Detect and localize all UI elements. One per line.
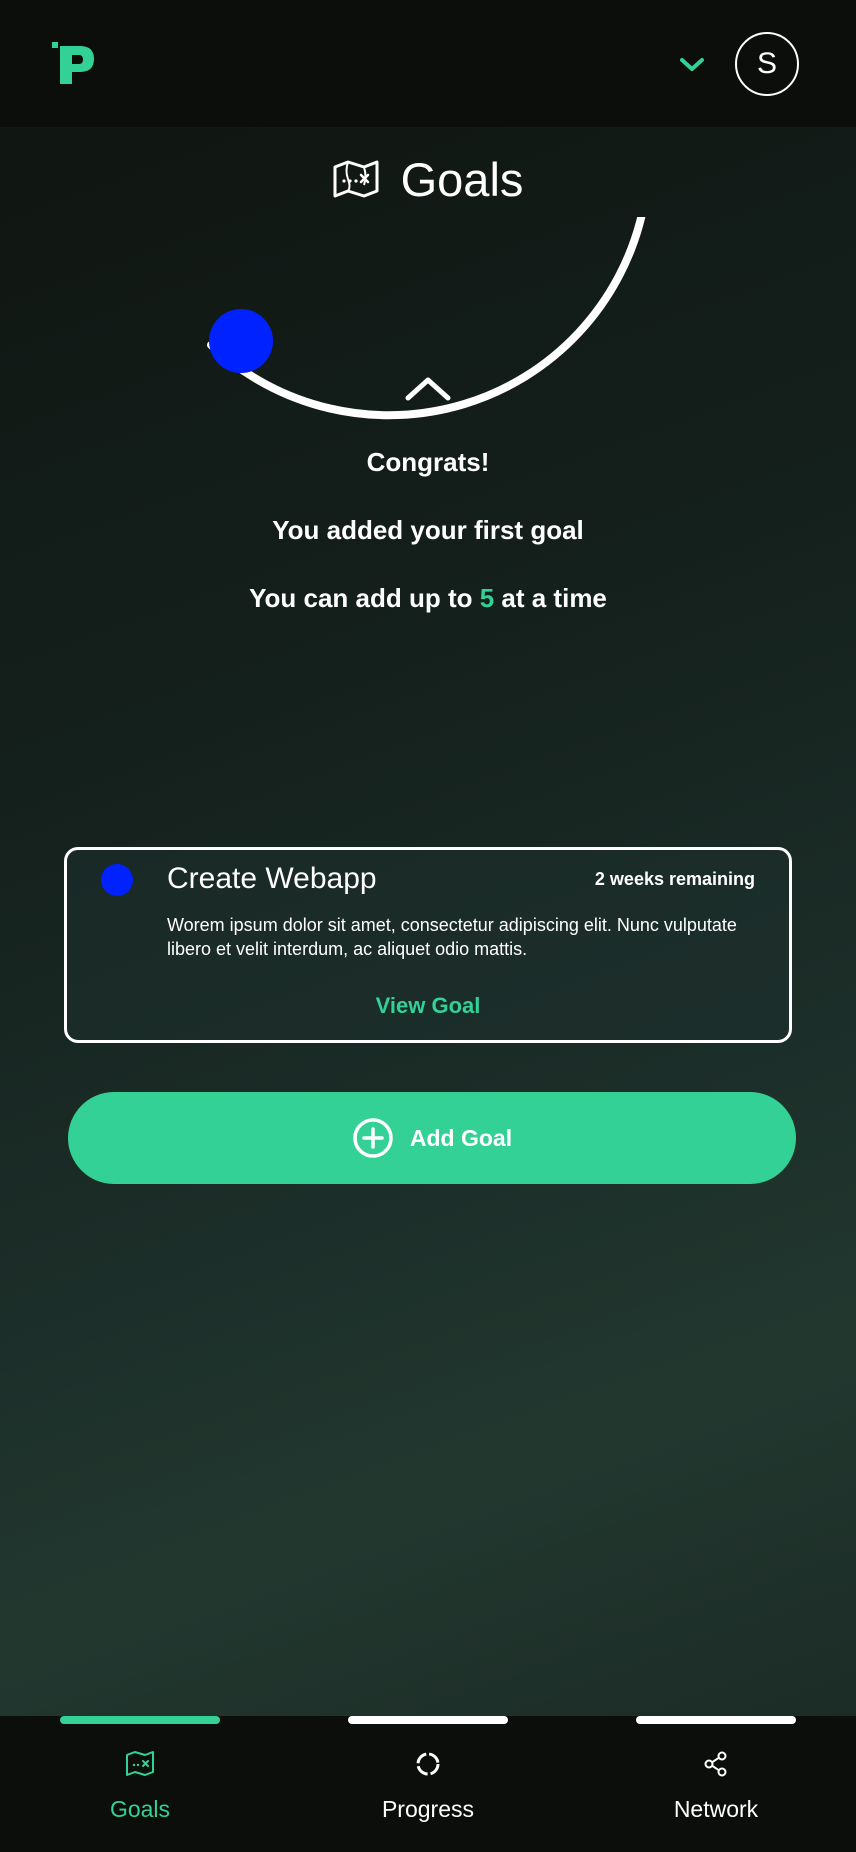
goal-limit-text: You can add up to 5 at a time xyxy=(0,583,856,614)
first-goal-text: You added your first goal xyxy=(272,515,584,545)
nav-item-goals[interactable]: Goals xyxy=(60,1716,220,1852)
map-icon xyxy=(126,1751,154,1776)
nav-active-indicator xyxy=(60,1716,220,1724)
goal-card[interactable]: Create Webapp 2 weeks remaining Worem ip… xyxy=(64,847,792,1043)
goal-limit-suffix: at a time xyxy=(494,583,607,613)
main-content: Goals Congrats! You added your first goa… xyxy=(0,127,856,1716)
share-icon xyxy=(704,1751,727,1777)
add-goal-button[interactable]: Add Goal xyxy=(68,1092,796,1184)
progress-ring-icon xyxy=(416,1752,440,1776)
congrats-text: Congrats! xyxy=(366,447,490,477)
bottom-nav: Goals Progress Network xyxy=(0,1716,856,1852)
goal-limit-prefix: You can add up to xyxy=(249,583,480,613)
goal-progress-arc xyxy=(207,217,646,420)
nav-label-goals: Goals xyxy=(109,1796,171,1822)
page-title: Goals xyxy=(400,152,524,206)
nav-item-network[interactable]: Network xyxy=(636,1716,796,1852)
goal-description: Worem ipsum dolor sit amet, consectetur … xyxy=(167,915,737,959)
chevron-up-icon[interactable] xyxy=(404,372,452,404)
goal-color-dot xyxy=(101,864,133,896)
nav-label-network: Network xyxy=(673,1796,759,1822)
plus-circle-icon xyxy=(353,1118,393,1158)
add-goal-label: Add Goal xyxy=(409,1124,513,1151)
goal-marker-dot xyxy=(209,309,273,373)
goal-title: Create Webapp xyxy=(167,862,377,895)
chevron-down-icon[interactable] xyxy=(672,44,712,84)
nav-label-progress: Progress xyxy=(381,1796,475,1822)
goal-remaining-badge: 2 weeks remaining xyxy=(594,869,755,889)
nav-indicator xyxy=(636,1716,796,1724)
avatar[interactable]: S xyxy=(735,32,799,96)
nav-indicator xyxy=(348,1716,508,1724)
map-icon xyxy=(333,160,379,198)
view-goal-link[interactable]: View Goal xyxy=(67,993,789,1019)
page-title-row: Goals xyxy=(0,149,856,209)
p-logo-icon[interactable] xyxy=(48,42,98,84)
app-header: S xyxy=(0,0,856,127)
nav-item-progress[interactable]: Progress xyxy=(348,1716,508,1852)
goal-limit-number: 5 xyxy=(479,583,495,613)
